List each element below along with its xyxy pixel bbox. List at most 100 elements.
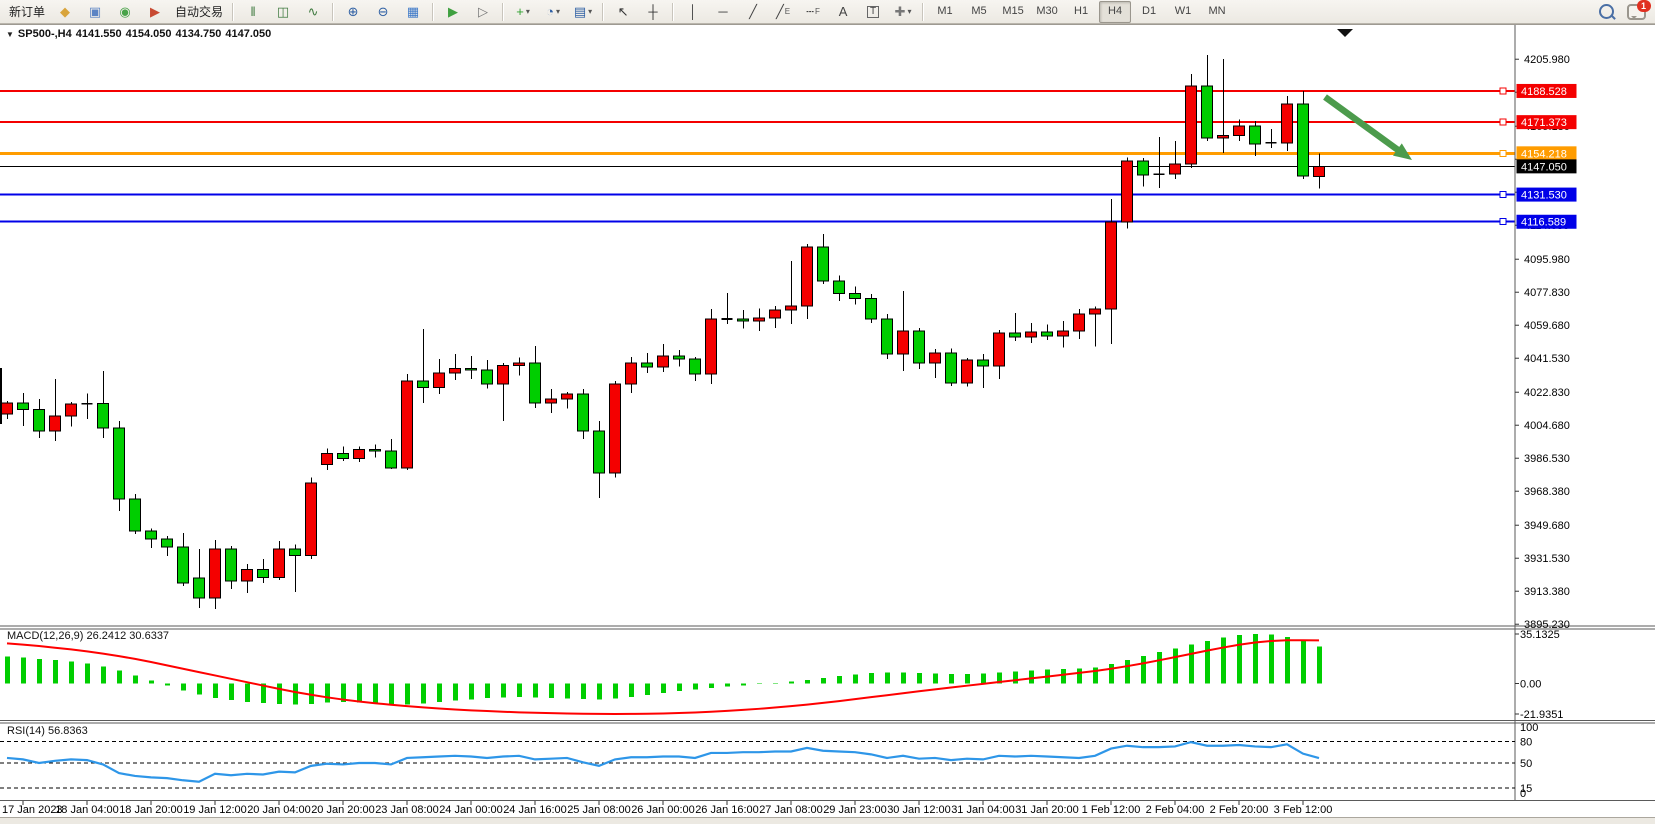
time-tick-label: 26 Jan 00:00 (631, 804, 695, 816)
tf-m15[interactable]: M15 (997, 1, 1029, 23)
collapse-ohlc-icon[interactable]: ▼ (6, 30, 14, 39)
time-tick-label: 1 Feb 12:00 (1082, 804, 1141, 816)
chart-window[interactable]: ▼SP500-,H44141.5504154.0504134.7504147.0… (0, 24, 1655, 817)
signals-icon[interactable]: ◉ (111, 1, 139, 23)
autoscroll-icon[interactable]: ▶ (439, 1, 467, 23)
price-badge: 4188.528 (1517, 84, 1577, 98)
candle-body (130, 499, 141, 531)
candle-body (578, 394, 589, 431)
new-order-icon[interactable]: ◆ (51, 1, 79, 23)
tf-m5[interactable]: M5 (963, 1, 995, 23)
toolbar-separator (502, 3, 504, 21)
candle-body (162, 539, 173, 547)
time-tick-label: 31 Jan 20:00 (1015, 804, 1079, 816)
fibonacci-icon[interactable]: ┄F (799, 1, 827, 23)
templates-icon[interactable]: ▤▾ (569, 1, 597, 23)
tf-h1[interactable]: H1 (1065, 1, 1097, 23)
candle-body (786, 306, 797, 310)
rsi-axis-label: 0 (1520, 788, 1526, 800)
clipped-candle (0, 368, 2, 424)
candle-body (1282, 104, 1293, 143)
time-tick-label: 30 Jan 12:00 (887, 804, 951, 816)
periods-icon[interactable]: ◔▾ (539, 1, 567, 23)
rsi-label: RSI(14) 56.8363 (7, 725, 88, 737)
candle-body (1026, 332, 1037, 337)
candle-body (802, 247, 813, 306)
line-chart-icon[interactable]: ∿ (299, 1, 327, 23)
time-tick-label: 20 Jan 20:00 (311, 804, 375, 816)
time-tick-label: 19 Jan 12:00 (183, 804, 247, 816)
tf-w1[interactable]: W1 (1167, 1, 1199, 23)
macd-axis-label: 0.00 (1520, 678, 1541, 690)
autotrading-button[interactable]: 自动交易 (171, 1, 227, 23)
tf-m1[interactable]: M1 (929, 1, 961, 23)
price-tick-label: 3931.530 (1524, 553, 1570, 565)
macd-label: MACD(12,26,9) 26.2412 30.6337 (7, 630, 169, 642)
tf-m30[interactable]: M30 (1031, 1, 1063, 23)
price-tick-label: 4059.680 (1524, 320, 1570, 332)
time-tick-label: 2 Feb 04:00 (1146, 804, 1205, 816)
chart-shift-icon[interactable]: ▷ (469, 1, 497, 23)
candle-body (66, 404, 77, 416)
text-icon[interactable]: A (829, 1, 857, 23)
candle-body (674, 356, 685, 359)
candle-body (1074, 314, 1085, 331)
line-handle (1500, 219, 1506, 225)
tf-h4[interactable]: H4 (1099, 1, 1131, 23)
chat-icon[interactable]: 1 (1622, 1, 1650, 23)
zoom-out-icon[interactable]: ⊖ (369, 1, 397, 23)
horizontal-line-icon[interactable]: ─ (709, 1, 737, 23)
time-tick-label: 18 Jan 20:00 (119, 804, 183, 816)
tile-windows-icon[interactable]: ▦ (399, 1, 427, 23)
rsi-axis-label: 100 (1520, 722, 1538, 734)
candle-body (658, 356, 669, 367)
time-tick-label: 25 Jan 08:00 (567, 804, 631, 816)
arrows-icon[interactable]: ✚▾ (889, 1, 917, 23)
price-chart[interactable]: 4205.9804187.8304169.1304150.9804132.830… (0, 25, 1655, 818)
candle-body (18, 403, 29, 410)
candle-body (146, 531, 157, 539)
toolbar-separator (432, 3, 434, 21)
zoom-in-icon[interactable]: ⊕ (339, 1, 367, 23)
equidistant-channel-icon[interactable]: ╱E (769, 1, 797, 23)
price-badge: 4116.589 (1517, 215, 1577, 229)
tf-mn[interactable]: MN (1201, 1, 1233, 23)
line-handle (1500, 88, 1506, 94)
candle-body (50, 416, 61, 431)
candle-body (754, 318, 765, 321)
bar-chart-icon[interactable]: ‖ (239, 1, 267, 23)
new-order-button[interactable]: 新订单 (5, 1, 49, 23)
indicators-icon[interactable]: +▾ (509, 1, 537, 23)
price-badge-label: 4154.218 (1521, 148, 1567, 160)
crosshair-icon[interactable]: ┼ (639, 1, 667, 23)
text-label-icon[interactable]: T (859, 1, 887, 23)
toolbar-separator (602, 3, 604, 21)
price-tick-label: 4095.980 (1524, 254, 1570, 266)
trendline-icon[interactable]: ╱ (739, 1, 767, 23)
candle-body (898, 331, 909, 354)
time-tick-label: 26 Jan 16:00 (695, 804, 759, 816)
terminal-icon[interactable]: ▣ (81, 1, 109, 23)
price-tick-label: 4077.830 (1524, 287, 1570, 299)
candle-body (2, 403, 13, 414)
autotrading-icon[interactable]: ▶ (141, 1, 169, 23)
candle-body (1090, 309, 1101, 314)
cursor-icon[interactable]: ↖ (609, 1, 637, 23)
candle-body (642, 363, 653, 367)
candle-body (1106, 222, 1117, 309)
candlestick-chart-icon[interactable]: ◫ (269, 1, 297, 23)
chart-title: SP500-,H4 (18, 28, 72, 40)
candle-body (450, 368, 461, 372)
toolbar-separator (332, 3, 334, 21)
candle-body (690, 359, 701, 374)
mt4-terminal: 新订单◆▣◉▶自动交易‖◫∿⊕⊖▦▶▷+▾◔▾▤▾↖┼│─╱╱E┄FAT✚▾M1… (0, 0, 1655, 824)
candle-body (818, 247, 829, 281)
vertical-line-icon[interactable]: │ (679, 1, 707, 23)
search-icon[interactable] (1592, 1, 1620, 23)
candle-body (1122, 161, 1133, 222)
tf-d1[interactable]: D1 (1133, 1, 1165, 23)
candle-body (946, 353, 957, 383)
candle-body (1138, 161, 1149, 175)
candle-body (34, 410, 45, 431)
candle-body (290, 549, 301, 555)
